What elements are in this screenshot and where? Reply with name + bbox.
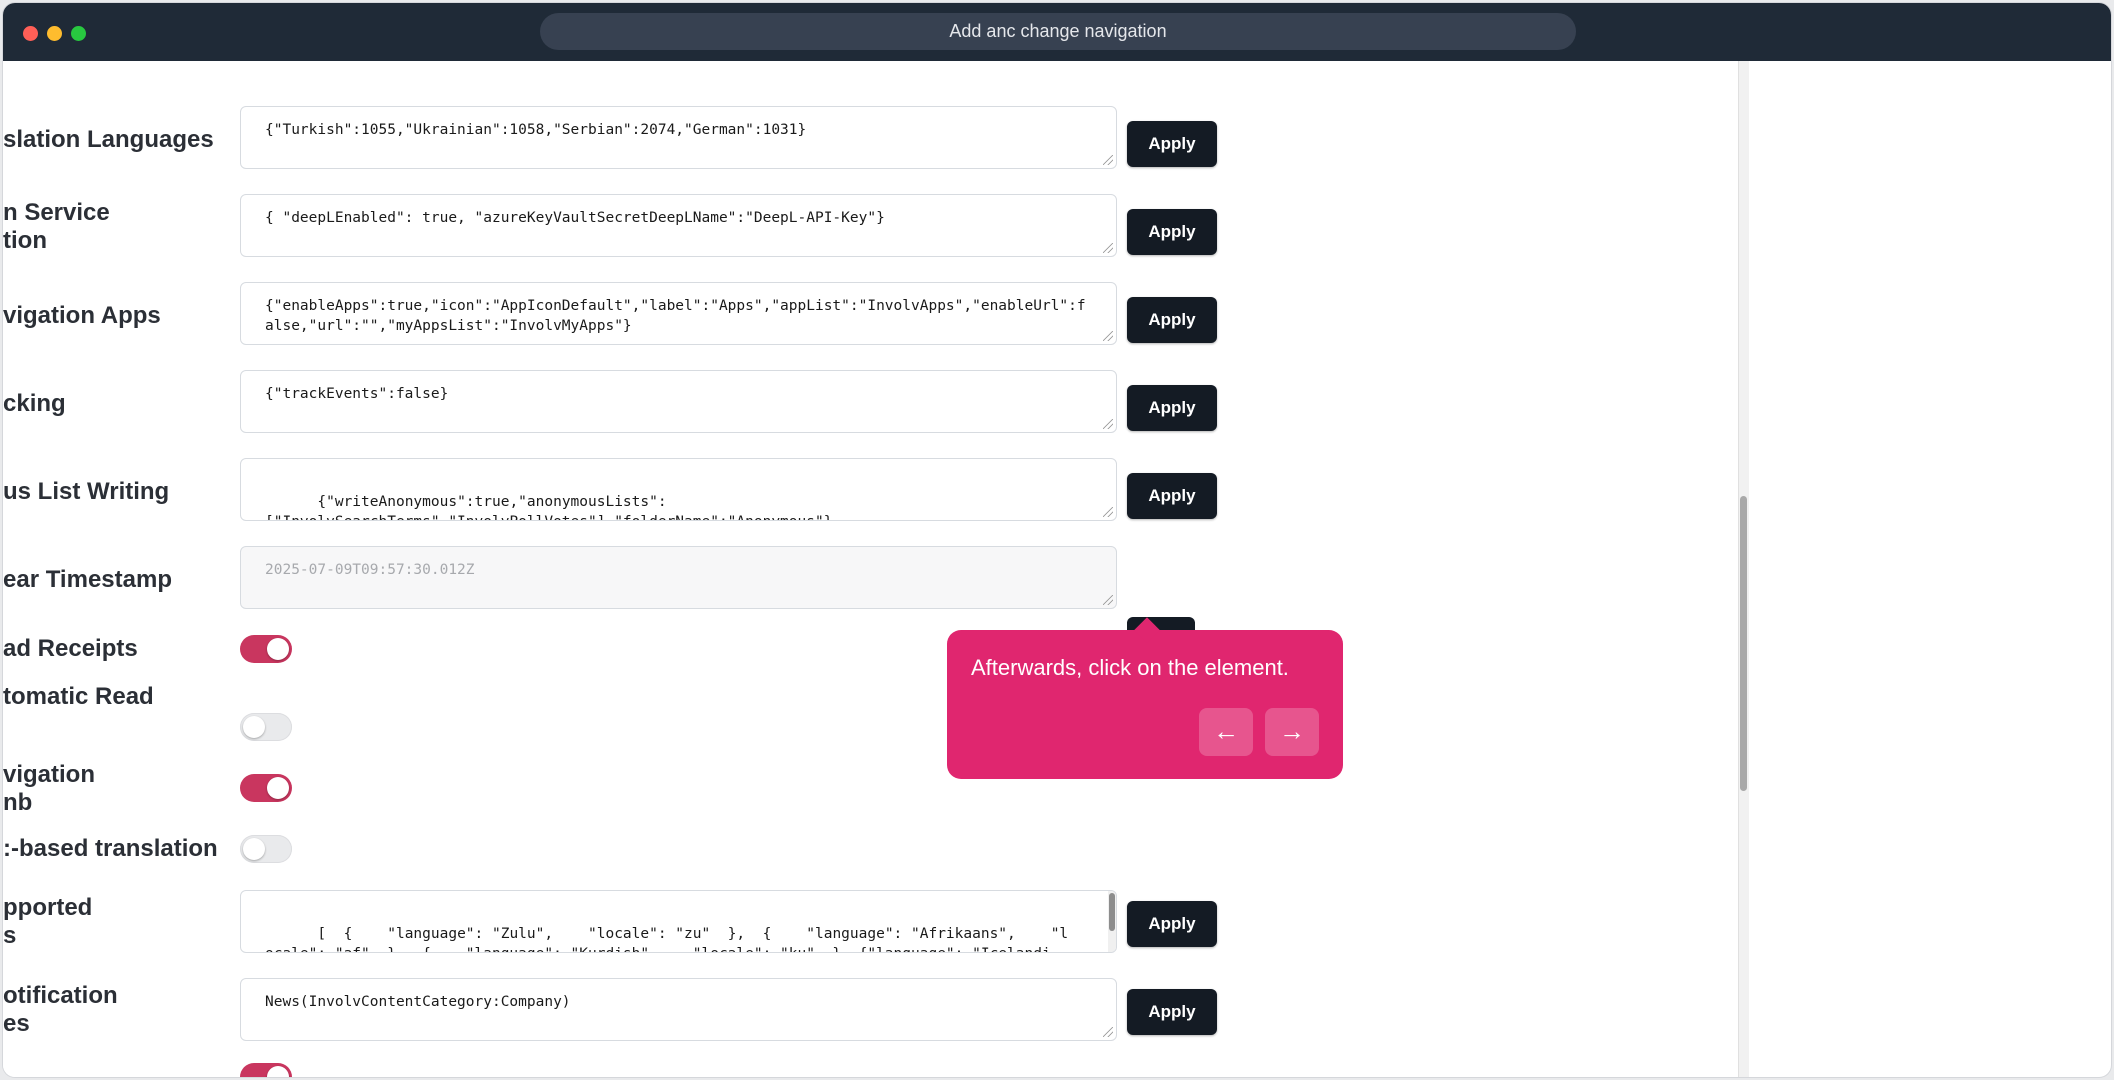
setting-label-translation-service: n Service tion [3,199,110,254]
field-value: 2025-07-09T09:57:30.012Z [265,562,475,578]
resize-handle[interactable] [1103,155,1113,165]
clear-timestamp-field: 2025-07-09T09:57:30.012Z [240,546,1117,609]
field-scrollbar[interactable] [1108,891,1116,952]
text-based-translation-toggle[interactable] [240,835,292,863]
field-value: News(InvolvContentCategory:Company) [265,994,571,1010]
guide-tooltip: Afterwards, click on the element. ← → [947,617,1343,779]
resize-handle[interactable] [1103,1027,1113,1037]
window-title: Add anc change navigation [540,13,1576,50]
resize-handle[interactable] [1103,507,1113,517]
tracking-field[interactable]: {"trackEvents":false} [240,370,1117,433]
field-value: {"Turkish":1055,"Ukrainian":1058,"Serbia… [265,122,807,138]
toggle-knob [267,1066,289,1077]
setting-label-anonymous-list-writing: us List Writing [3,478,170,505]
bottom-setting-toggle[interactable] [240,1063,292,1077]
maximize-window-button[interactable] [71,26,86,41]
arrow-right-icon: → [1279,716,1305,746]
resize-handle[interactable] [1103,331,1113,341]
settings-page: slation Languages {"Turkish":1055,"Ukrai… [3,61,1743,1077]
apply-button-translation-languages[interactable]: Apply [1127,121,1217,167]
setting-label-tracking: cking [3,390,66,417]
setting-label-notification-categories: otification es [3,982,118,1037]
setting-label-clear-timestamp: ear Timestamp [3,566,172,593]
navigation-breadcrumb-toggle[interactable] [240,774,292,802]
setting-label-navigation-apps: vigation Apps [3,302,161,329]
apply-button-anonymous-list-writing[interactable]: Apply [1127,473,1217,519]
notification-categories-field[interactable]: News(InvolvContentCategory:Company) [240,978,1117,1041]
field-value: [ { "language": "Zulu", "locale": "zu" }… [265,926,1069,952]
tooltip-prev-button[interactable]: ← [1199,708,1253,756]
close-window-button[interactable] [23,26,38,41]
arrow-left-icon: ← [1213,716,1239,746]
toggle-knob [267,777,289,799]
field-value: { "deepLEnabled": true, "azureKeyVaultSe… [265,210,885,226]
resize-handle [1103,595,1113,605]
field-value: {"enableApps":true,"icon":"AppIconDefaul… [265,298,1086,334]
apply-button-navigation-apps[interactable]: Apply [1127,297,1217,343]
toggle-knob [243,716,265,738]
translation-service-field[interactable]: { "deepLEnabled": true, "azureKeyVaultSe… [240,194,1117,257]
title-bar: Add anc change navigation [3,3,2111,61]
apply-button-supported-languages[interactable]: Apply [1127,901,1217,947]
apply-button-notification-categories[interactable]: Apply [1127,989,1217,1035]
setting-label-automatic-read: tomatic Read [3,683,154,710]
setting-label-translation-languages: slation Languages [3,126,214,153]
navigation-apps-field[interactable]: {"enableApps":true,"icon":"AppIconDefaul… [240,282,1117,345]
toggle-knob [267,638,289,660]
tooltip-message: Afterwards, click on the element. [971,655,1289,680]
apply-button-translation-service[interactable]: Apply [1127,209,1217,255]
setting-label-text-based-translation: :-based translation [3,835,218,862]
setting-label-read-receipts: ad Receipts [3,635,138,662]
page-scrollbar-thumb[interactable] [1740,496,1747,791]
apply-button-tracking[interactable]: Apply [1127,385,1217,431]
field-value: {"writeAnonymous":true,"anonymousLists":… [265,494,832,520]
resize-handle[interactable] [1103,419,1113,429]
tooltip-next-button[interactable]: → [1265,708,1319,756]
anonymous-list-writing-field[interactable]: {"writeAnonymous":true,"anonymousLists":… [240,458,1117,521]
setting-label-supported-languages: pported s [3,894,93,949]
field-value: {"trackEvents":false} [265,386,449,402]
automatic-read-toggle[interactable] [240,713,292,741]
translation-languages-field[interactable]: {"Turkish":1055,"Ukrainian":1058,"Serbia… [240,106,1117,169]
setting-label-navigation-breadcrumb: vigation nb [3,761,96,816]
browser-window: Add anc change navigation slation Langua… [3,3,2111,1077]
read-receipts-toggle[interactable] [240,635,292,663]
field-scrollbar-thumb[interactable] [1109,893,1115,931]
resize-handle[interactable] [1103,243,1113,253]
toggle-knob [243,838,265,860]
supported-languages-field[interactable]: [ { "language": "Zulu", "locale": "zu" }… [240,890,1117,953]
minimize-window-button[interactable] [47,26,62,41]
